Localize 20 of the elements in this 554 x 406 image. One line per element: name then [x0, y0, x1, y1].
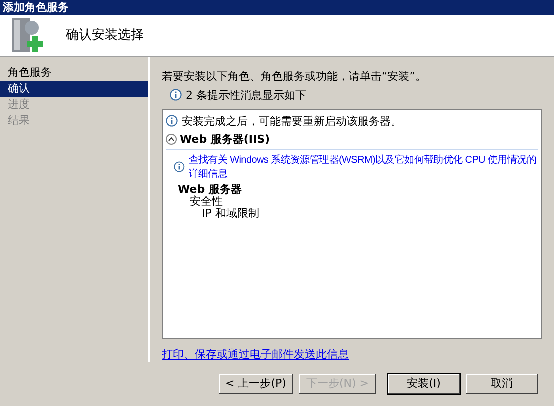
wizard-button[interactable]: 取消: [466, 374, 538, 394]
message-text: 安装完成之后，可能需要重新启动该服务器。: [182, 114, 402, 129]
help-link[interactable]: 查找有关 Windows 系统资源管理器(WSRM)以及它如何帮助优化 CPU 使用情况的详细信息: [188, 152, 538, 181]
sidebar-item[interactable]: 确认: [0, 80, 148, 97]
notice-text: 2 条提示性消息显示如下: [186, 88, 306, 103]
sidebar-item[interactable]: 角色服务: [0, 64, 148, 81]
section-title: Web 服务器(IIS): [180, 132, 270, 147]
wizard-button[interactable]: < 上一步(P): [218, 374, 294, 394]
window-title: 添加角色服务: [3, 0, 69, 15]
info-icon: [170, 89, 182, 102]
wizard-button[interactable]: 安装(I): [388, 374, 460, 394]
instruction-text: 若要安装以下角色、角色服务或功能，请单击“安装”。: [162, 68, 428, 84]
collapse-icon[interactable]: [166, 134, 177, 145]
tree-item: 安全性: [190, 196, 223, 208]
info-icon: [166, 115, 178, 128]
info-icon: [174, 160, 185, 173]
tree-item: IP 和域限制: [202, 208, 260, 220]
print-save-link[interactable]: 打印、保存或通过电子邮件发送此信息: [162, 346, 542, 362]
tree-item: Web 服务器: [178, 184, 243, 196]
page-title: 确认安装选择: [66, 27, 144, 44]
